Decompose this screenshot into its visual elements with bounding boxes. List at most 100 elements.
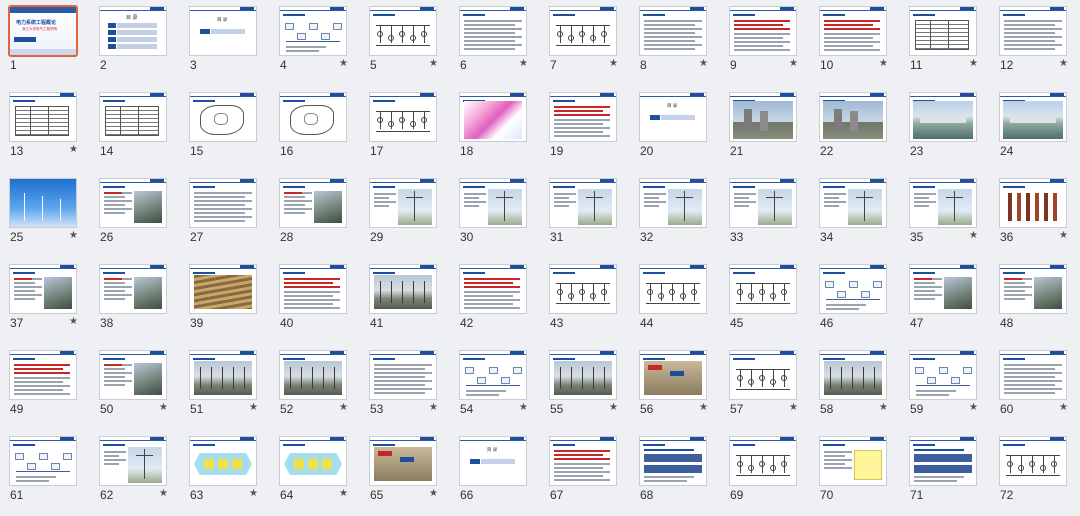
slide-thumbnail[interactable]: 72 (990, 430, 1080, 516)
slide-preview[interactable] (189, 178, 257, 228)
slide-thumbnail[interactable]: 11 ★ (900, 0, 990, 86)
animation-star-icon[interactable]: ★ (969, 58, 978, 69)
animation-star-icon[interactable]: ★ (879, 402, 888, 413)
slide-thumbnail[interactable]: 60 ★ (990, 344, 1080, 430)
slide-preview[interactable] (9, 178, 77, 228)
slide-preview[interactable] (99, 92, 167, 142)
slide-preview[interactable]: 目 录 (99, 6, 167, 56)
animation-star-icon[interactable]: ★ (789, 402, 798, 413)
animation-star-icon[interactable]: ★ (519, 402, 528, 413)
slide-thumbnail[interactable]: 44 (630, 258, 720, 344)
slide-preview[interactable] (549, 178, 617, 228)
slide-thumbnail[interactable]: 29 (360, 172, 450, 258)
slide-thumbnail[interactable]: 50 ★ (90, 344, 180, 430)
slide-thumbnail[interactable]: 36 ★ (990, 172, 1080, 258)
slide-thumbnail[interactable]: 13 ★ (0, 86, 90, 172)
slide-preview[interactable] (459, 264, 527, 314)
slide-thumbnail[interactable]: 33 (720, 172, 810, 258)
animation-star-icon[interactable]: ★ (339, 402, 348, 413)
slide-preview[interactable] (999, 350, 1067, 400)
slide-thumbnail[interactable]: 9 ★ (720, 0, 810, 86)
slide-preview[interactable] (819, 178, 887, 228)
slide-thumbnail[interactable]: 54 ★ (450, 344, 540, 430)
animation-star-icon[interactable]: ★ (519, 58, 528, 69)
slide-preview[interactable] (819, 92, 887, 142)
slide-thumbnail[interactable]: 37 ★ (0, 258, 90, 344)
slide-preview[interactable] (369, 6, 437, 56)
slide-preview[interactable]: 目 录 (189, 6, 257, 56)
slide-thumbnail[interactable]: 22 (810, 86, 900, 172)
slide-preview[interactable] (639, 350, 707, 400)
slide-thumbnail[interactable]: 14 (90, 86, 180, 172)
slide-thumbnail[interactable]: 65 ★ (360, 430, 450, 516)
slide-preview[interactable] (189, 264, 257, 314)
slide-preview[interactable]: 电力系统工程概论 浙江大学电气工程学院 (8, 5, 78, 57)
animation-star-icon[interactable]: ★ (699, 402, 708, 413)
slide-preview[interactable] (999, 264, 1067, 314)
slide-thumbnail[interactable]: 7 ★ (540, 0, 630, 86)
slide-thumbnail[interactable]: 目 录 66 (450, 430, 540, 516)
slide-preview[interactable] (9, 350, 77, 400)
slide-thumbnail[interactable]: 48 (990, 258, 1080, 344)
slide-preview[interactable] (999, 92, 1067, 142)
animation-star-icon[interactable]: ★ (249, 402, 258, 413)
slide-thumbnail[interactable]: 68 (630, 430, 720, 516)
slide-thumbnail[interactable]: 23 (900, 86, 990, 172)
slide-preview[interactable] (279, 350, 347, 400)
slide-preview[interactable] (819, 6, 887, 56)
slide-thumbnail[interactable]: 16 (270, 86, 360, 172)
animation-star-icon[interactable]: ★ (1059, 402, 1068, 413)
slide-preview[interactable] (549, 436, 617, 486)
slide-preview[interactable] (999, 178, 1067, 228)
slide-preview[interactable] (819, 350, 887, 400)
slide-thumbnail[interactable]: 18 (450, 86, 540, 172)
animation-star-icon[interactable]: ★ (69, 316, 78, 327)
slide-thumbnail[interactable]: 目 录 3 (180, 0, 270, 86)
slide-thumbnail[interactable]: 69 (720, 430, 810, 516)
animation-star-icon[interactable]: ★ (69, 230, 78, 241)
slide-preview[interactable] (639, 436, 707, 486)
slide-preview[interactable] (549, 6, 617, 56)
slide-preview[interactable] (9, 92, 77, 142)
slide-preview[interactable] (729, 92, 797, 142)
slide-thumbnail[interactable]: 64 ★ (270, 430, 360, 516)
slide-preview[interactable] (909, 6, 977, 56)
animation-star-icon[interactable]: ★ (69, 144, 78, 155)
slide-preview[interactable] (729, 436, 797, 486)
slide-preview[interactable] (279, 178, 347, 228)
slide-thumbnail[interactable]: 5 ★ (360, 0, 450, 86)
animation-star-icon[interactable]: ★ (429, 58, 438, 69)
slide-thumbnail[interactable]: 71 (900, 430, 990, 516)
slide-thumbnail[interactable]: 28 (270, 172, 360, 258)
slide-preview[interactable] (279, 6, 347, 56)
slide-preview[interactable] (819, 264, 887, 314)
slide-thumbnail[interactable]: 21 (720, 86, 810, 172)
animation-star-icon[interactable]: ★ (609, 402, 618, 413)
slide-preview[interactable] (729, 178, 797, 228)
animation-star-icon[interactable]: ★ (789, 58, 798, 69)
slide-preview[interactable] (819, 436, 887, 486)
slide-preview[interactable] (999, 6, 1067, 56)
animation-star-icon[interactable]: ★ (159, 488, 168, 499)
slide-preview[interactable] (369, 350, 437, 400)
slide-thumbnail[interactable]: 32 (630, 172, 720, 258)
slide-thumbnail[interactable]: 61 (0, 430, 90, 516)
slide-preview[interactable] (639, 178, 707, 228)
slide-preview[interactable] (9, 436, 77, 486)
slide-preview[interactable] (729, 264, 797, 314)
slide-thumbnail[interactable]: 15 (180, 86, 270, 172)
slide-preview[interactable] (549, 264, 617, 314)
slide-thumbnail[interactable]: 47 (900, 258, 990, 344)
slide-preview[interactable] (99, 178, 167, 228)
animation-star-icon[interactable]: ★ (249, 488, 258, 499)
slide-preview[interactable] (909, 264, 977, 314)
slide-preview[interactable] (549, 350, 617, 400)
slide-preview[interactable] (639, 264, 707, 314)
slide-preview[interactable] (459, 6, 527, 56)
animation-star-icon[interactable]: ★ (1059, 58, 1068, 69)
slide-preview[interactable] (909, 350, 977, 400)
slide-thumbnail[interactable]: 17 (360, 86, 450, 172)
slide-thumbnail[interactable]: 40 (270, 258, 360, 344)
slide-preview[interactable] (549, 92, 617, 142)
slide-thumbnail[interactable]: 62 ★ (90, 430, 180, 516)
